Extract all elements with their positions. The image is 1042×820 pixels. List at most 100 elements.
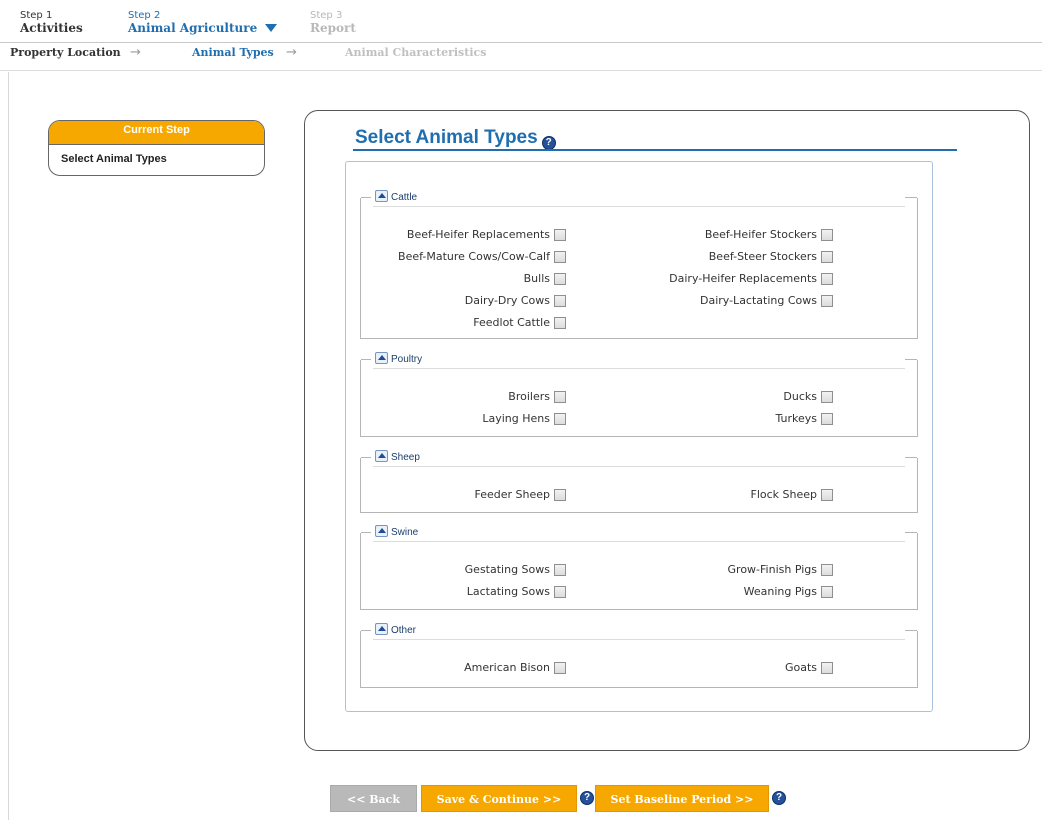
- arrow-right-icon: →: [286, 45, 297, 60]
- checkbox[interactable]: [554, 229, 566, 241]
- option-label: Turkeys: [775, 412, 817, 425]
- save-continue-button[interactable]: Save & Continue >>: [421, 785, 577, 812]
- animal-option[interactable]: Goats: [785, 661, 833, 675]
- animal-option[interactable]: Feedlot Cattle: [473, 316, 566, 330]
- arrow-right-icon: →: [130, 45, 141, 60]
- option-label: Beef-Mature Cows/Cow-Calf: [398, 250, 550, 263]
- group-sheep: Sheep Feeder Sheep Flock Sheep: [360, 450, 918, 513]
- animal-option[interactable]: American Bison: [464, 661, 566, 675]
- animal-option[interactable]: Broilers: [508, 390, 566, 404]
- animal-option[interactable]: Weaning Pigs: [744, 585, 833, 599]
- group-legend[interactable]: Sheep: [375, 450, 420, 465]
- checkbox[interactable]: [554, 295, 566, 307]
- step-name: Activities: [20, 21, 83, 35]
- page-title: Select Animal Types?: [355, 127, 556, 150]
- animal-option[interactable]: Turkeys: [775, 412, 833, 426]
- option-label: Gestating Sows: [464, 563, 550, 576]
- group-legend[interactable]: Other: [375, 623, 417, 638]
- option-label: Broilers: [508, 390, 550, 403]
- animal-option[interactable]: Beef-Heifer Replacements: [407, 228, 566, 242]
- checkbox[interactable]: [821, 229, 833, 241]
- option-label: Grow-Finish Pigs: [727, 563, 817, 576]
- title-underline: [353, 149, 957, 151]
- group-legend[interactable]: Poultry: [375, 352, 422, 367]
- animal-option[interactable]: Flock Sheep: [750, 488, 833, 502]
- group-legend-text: Swine: [391, 527, 419, 538]
- checkbox[interactable]: [821, 586, 833, 598]
- option-label: Beef-Steer Stockers: [708, 250, 817, 263]
- group-poultry: Poultry Broilers Ducks Laying Hens Turke…: [360, 352, 918, 437]
- set-baseline-period-button[interactable]: Set Baseline Period >>: [595, 785, 769, 812]
- back-button[interactable]: << Back: [330, 785, 417, 812]
- checkbox[interactable]: [554, 391, 566, 403]
- animal-option[interactable]: Ducks: [783, 390, 833, 404]
- collapse-toggle-icon[interactable]: [375, 352, 388, 365]
- current-step-box: Current Step Select Animal Types: [48, 120, 265, 176]
- help-icon[interactable]: ?: [541, 136, 556, 150]
- checkbox[interactable]: [554, 273, 566, 285]
- current-step-value: Select Animal Types: [61, 153, 167, 165]
- option-label: Weaning Pigs: [743, 585, 817, 598]
- option-label: Lactating Sows: [466, 585, 550, 598]
- collapse-toggle-icon[interactable]: [375, 623, 388, 636]
- checkbox[interactable]: [821, 273, 833, 285]
- group-other: Other American Bison Goats: [360, 623, 918, 688]
- help-icon[interactable]: ?: [580, 791, 594, 805]
- animal-option[interactable]: Feeder Sheep: [474, 488, 566, 502]
- collapse-toggle-icon[interactable]: [375, 525, 388, 538]
- animal-option[interactable]: Bulls: [524, 272, 566, 286]
- checkbox[interactable]: [821, 489, 833, 501]
- checkbox[interactable]: [554, 489, 566, 501]
- group-legend-text: Sheep: [391, 452, 420, 463]
- dropdown-arrow-icon[interactable]: [265, 24, 278, 32]
- animal-option[interactable]: Beef-Steer Stockers: [709, 250, 833, 264]
- animal-option[interactable]: Grow-Finish Pigs: [728, 563, 833, 577]
- substep-animal-characteristics: Animal Characteristics: [345, 46, 487, 59]
- checkbox[interactable]: [821, 662, 833, 674]
- step-name-text: Animal Agriculture: [128, 21, 258, 35]
- substep-nav: Property Location → Animal Types → Anima…: [0, 44, 1042, 71]
- animal-option[interactable]: Beef-Heifer Stockers: [705, 228, 833, 242]
- checkbox[interactable]: [821, 295, 833, 307]
- animal-option[interactable]: Lactating Sows: [467, 585, 566, 599]
- help-icon[interactable]: ?: [772, 791, 786, 805]
- option-label: Flock Sheep: [750, 488, 818, 501]
- collapse-toggle-icon[interactable]: [375, 190, 388, 203]
- checkbox[interactable]: [554, 662, 566, 674]
- step-name: Report: [310, 21, 356, 35]
- animal-types-container: Cattle Beef-Heifer Replacements Beef-Hei…: [345, 161, 933, 712]
- step-activities[interactable]: Step 1 Activities: [20, 10, 83, 34]
- option-label: Dairy-Dry Cows: [464, 294, 550, 307]
- animal-option[interactable]: Laying Hens: [482, 412, 566, 426]
- substep-animal-types[interactable]: Animal Types: [192, 46, 274, 59]
- option-label: Ducks: [783, 390, 817, 403]
- animal-option[interactable]: Dairy-Heifer Replacements: [669, 272, 833, 286]
- group-legend-text: Other: [391, 625, 417, 636]
- step-name: Animal Agriculture: [128, 21, 278, 35]
- checkbox[interactable]: [554, 251, 566, 263]
- collapse-toggle-icon[interactable]: [375, 450, 388, 463]
- step-animal-agriculture[interactable]: Step 2 Animal Agriculture: [128, 10, 278, 35]
- main-panel: Select Animal Types? Cattle Beef-Heifer …: [304, 110, 1030, 751]
- checkbox[interactable]: [821, 564, 833, 576]
- current-step-header: Current Step: [49, 121, 264, 145]
- option-label: Feeder Sheep: [474, 488, 550, 501]
- checkbox[interactable]: [821, 413, 833, 425]
- checkbox[interactable]: [821, 391, 833, 403]
- group-legend[interactable]: Cattle: [375, 190, 418, 205]
- checkbox[interactable]: [821, 251, 833, 263]
- substep-property-location[interactable]: Property Location: [10, 46, 121, 59]
- checkbox[interactable]: [554, 317, 566, 329]
- animal-option[interactable]: Dairy-Dry Cows: [465, 294, 566, 308]
- option-label: Dairy-Lactating Cows: [699, 294, 817, 307]
- animal-option[interactable]: Beef-Mature Cows/Cow-Calf: [398, 250, 566, 264]
- animal-option[interactable]: Gestating Sows: [465, 563, 566, 577]
- checkbox[interactable]: [554, 413, 566, 425]
- checkbox[interactable]: [554, 586, 566, 598]
- animal-option[interactable]: Dairy-Lactating Cows: [700, 294, 833, 308]
- checkbox[interactable]: [554, 564, 566, 576]
- left-divider: [8, 72, 9, 820]
- group-legend[interactable]: Swine: [375, 525, 419, 540]
- group-legend-text: Cattle: [391, 192, 418, 203]
- step-header: Step 1 Activities Step 2 Animal Agricult…: [0, 0, 1042, 43]
